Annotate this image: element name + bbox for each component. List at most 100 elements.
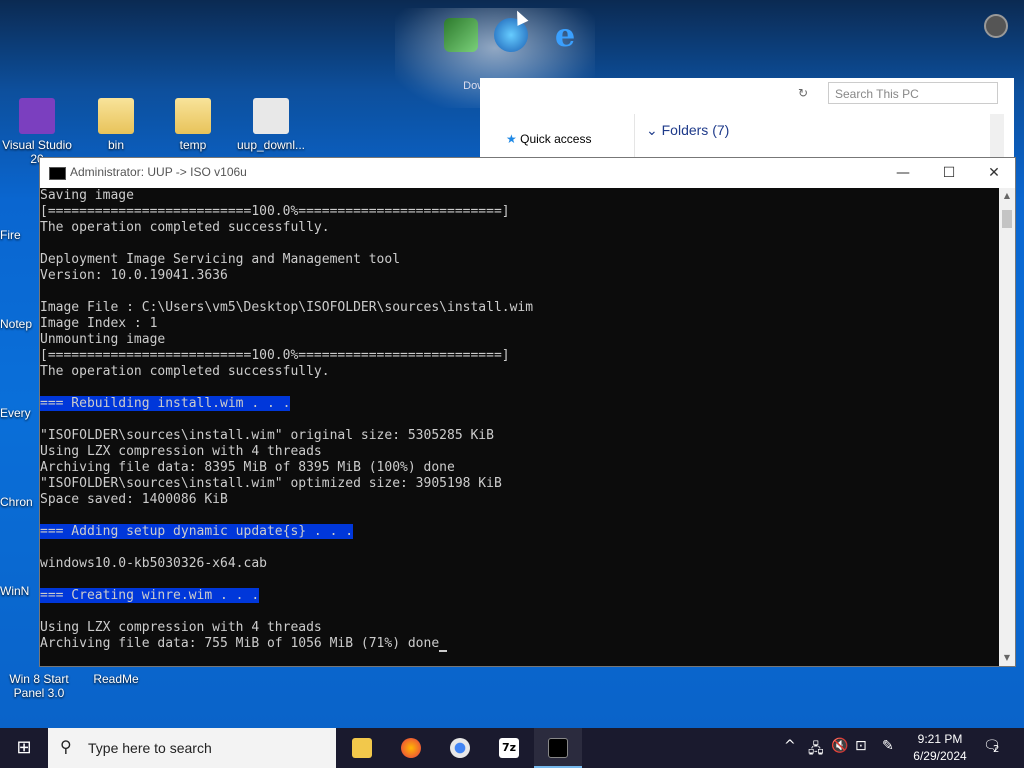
console-line-text: Image File : C:\Users\vm5\Desktop\ISOFOL… xyxy=(40,300,534,315)
taskbar-command-prompt[interactable] xyxy=(534,728,582,768)
console-line-text: windows10.0-kb5030326-x64.cab xyxy=(40,556,267,571)
scroll-up-icon[interactable]: ▲ xyxy=(999,188,1015,204)
console-line-text: === Rebuilding install.wim . . . xyxy=(40,396,291,411)
console-line-text: The operation completed successfully. xyxy=(40,364,330,379)
console-line-text: Using LZX compression with 4 threads xyxy=(40,620,322,635)
console-output[interactable]: Saving image [==========================1… xyxy=(40,188,1000,666)
clock-date: 6/29/2024 xyxy=(913,749,967,763)
notification-center-button[interactable]: 🗨 2 xyxy=(983,738,1001,755)
taskbar-chrome[interactable] xyxy=(436,728,484,768)
volume-muted-icon[interactable]: 🔇 xyxy=(831,738,848,754)
console-line: "ISOFOLDER\sources\install.wim" original… xyxy=(40,428,1000,444)
desktop-icon-uup-download[interactable]: uup_downl... xyxy=(234,98,308,152)
desktop-icon-notepad[interactable]: Notep xyxy=(0,317,32,331)
folder-icon xyxy=(175,98,211,134)
console-line: Space saved: 1400086 KiB xyxy=(40,492,1000,508)
console-line-text: Archiving file data: 755 MiB of 1056 MiB… xyxy=(40,636,440,651)
desktop-icon-firefox[interactable]: Fire xyxy=(0,228,21,242)
console-scrollbar[interactable]: ▲ ▼ xyxy=(999,188,1015,666)
console-line-text: Archiving file data: 8395 MiB of 8395 Mi… xyxy=(40,460,455,475)
scrollbar-thumb[interactable] xyxy=(1002,210,1012,228)
folder-icon xyxy=(352,738,372,758)
console-line-text: === Creating winre.wim . . . xyxy=(40,588,260,603)
taskbar: ⊞ ⚲ Type here to search 7z ^ 🖧 🔇 ⊡ ✎ 9:2… xyxy=(0,728,1024,768)
firefox-icon xyxy=(401,738,421,758)
taskbar-file-explorer[interactable] xyxy=(338,728,386,768)
console-line: "ISOFOLDER\sources\install.wim" optimize… xyxy=(40,476,1000,492)
console-line: Unmounting image xyxy=(40,332,1000,348)
taskbar-7zip[interactable]: 7z xyxy=(485,728,533,768)
desktop-icon-winn[interactable]: WinN xyxy=(0,584,29,598)
settings-file-icon xyxy=(253,98,289,134)
desktop-icon-readme[interactable]: ReadMe xyxy=(79,672,153,686)
console-line: Archiving file data: 755 MiB of 1056 MiB… xyxy=(40,636,1000,652)
dock-toggle-icon[interactable] xyxy=(984,14,1008,38)
console-line-text: Deployment Image Servicing and Managemen… xyxy=(40,252,401,267)
desktop-icon-label: WinN xyxy=(0,584,30,598)
console-line: The operation completed successfully. xyxy=(40,364,1000,380)
window-title: Administrator: UUP -> ISO v106u xyxy=(70,165,247,179)
refresh-icon[interactable]: ↻ xyxy=(798,86,808,100)
console-line: Using LZX compression with 4 threads xyxy=(40,620,1000,636)
console-line: Image File : C:\Users\vm5\Desktop\ISOFOL… xyxy=(40,300,1000,316)
pen-icon[interactable]: ✎ xyxy=(882,738,894,754)
desktop-icon-temp[interactable]: temp xyxy=(156,98,230,152)
console-line: === Rebuilding install.wim . . . xyxy=(40,396,1000,412)
desktop-icon-visual-studio[interactable]: Visual Studio 20 xyxy=(0,98,74,166)
quick-access-item[interactable]: ★ Quick access xyxy=(506,132,591,146)
text-cursor xyxy=(439,650,448,652)
action-icon[interactable]: ⊡ xyxy=(855,738,867,754)
cmd-icon xyxy=(548,738,568,758)
folders-section-header[interactable]: ⌄ Folders (7) xyxy=(646,122,729,139)
desktop-icon-label: Notep xyxy=(0,317,33,331)
internet-explorer-icon[interactable]: e xyxy=(548,18,582,52)
console-line-text: === Adding setup dynamic update{s} . . . xyxy=(40,524,354,539)
command-prompt-window: Administrator: UUP -> ISO v106u — ☐ ✕ Sa… xyxy=(39,157,1016,667)
desktop-icon-chrome[interactable]: Chron xyxy=(0,495,33,509)
desktop-icon-label: temp xyxy=(179,138,207,152)
desktop-icon-label: Win 8 Start Panel 3.0 xyxy=(9,672,69,700)
system-clock[interactable]: 9:21 PM 6/29/2024 xyxy=(905,731,975,765)
console-line: [==========================100.0%=======… xyxy=(40,204,1000,220)
console-line-text: "ISOFOLDER\sources\install.wim" optimize… xyxy=(40,476,502,491)
console-line: [==========================100.0%=======… xyxy=(40,348,1000,364)
app-icon[interactable] xyxy=(444,18,478,52)
console-line-text: Image Index : 1 xyxy=(40,316,158,331)
desktop-icon-label: uup_downl... xyxy=(236,138,306,152)
scroll-down-icon[interactable]: ▼ xyxy=(999,650,1015,666)
desktop-icon-label: Fire xyxy=(0,228,21,242)
desktop-icon-label: Chron xyxy=(0,495,33,509)
star-icon: ★ xyxy=(506,132,517,146)
console-line: Archiving file data: 8395 MiB of 8395 Mi… xyxy=(40,460,1000,476)
minimize-button[interactable]: — xyxy=(880,162,926,184)
search-icon: ⚲ xyxy=(60,737,72,756)
start-button[interactable]: ⊞ xyxy=(0,728,48,768)
network-icon[interactable]: 🖧 xyxy=(808,738,824,762)
folders-label: Folders (7) xyxy=(661,122,730,138)
console-line: windows10.0-kb5030326-x64.cab xyxy=(40,556,1000,572)
taskbar-firefox[interactable] xyxy=(387,728,435,768)
console-line: The operation completed successfully. xyxy=(40,220,1000,236)
console-line: === Adding setup dynamic update{s} . . . xyxy=(40,524,1000,540)
notification-count: 2 xyxy=(993,744,1000,755)
console-line: === Creating winre.wim . . . xyxy=(40,588,1000,604)
console-line: Deployment Image Servicing and Managemen… xyxy=(40,252,1000,268)
console-line-text: "ISOFOLDER\sources\install.wim" original… xyxy=(40,428,494,443)
windows-logo-icon: ⊞ xyxy=(16,737,32,758)
maximize-button[interactable]: ☐ xyxy=(926,162,972,184)
chevron-up-icon[interactable]: ^ xyxy=(784,738,796,754)
console-line-text: [==========================100.0%=======… xyxy=(40,348,510,363)
desktop-icon-label: Every xyxy=(0,406,31,420)
explorer-search-input[interactable]: Search This PC xyxy=(828,82,998,104)
taskbar-search-box[interactable]: ⚲ Type here to search xyxy=(48,728,336,768)
desktop-icon-bin[interactable]: bin xyxy=(79,98,153,152)
close-button[interactable]: ✕ xyxy=(971,162,1017,184)
desktop-icon-win8-start-panel[interactable]: Win 8 Start Panel 3.0 xyxy=(0,672,78,700)
file-explorer-window: ↻ Search This PC ★ Quick access ⌄ Folder… xyxy=(480,78,1014,168)
desktop-icon-everything[interactable]: Every xyxy=(0,406,31,420)
window-titlebar[interactable]: Administrator: UUP -> ISO v106u — ☐ ✕ xyxy=(40,158,1015,188)
